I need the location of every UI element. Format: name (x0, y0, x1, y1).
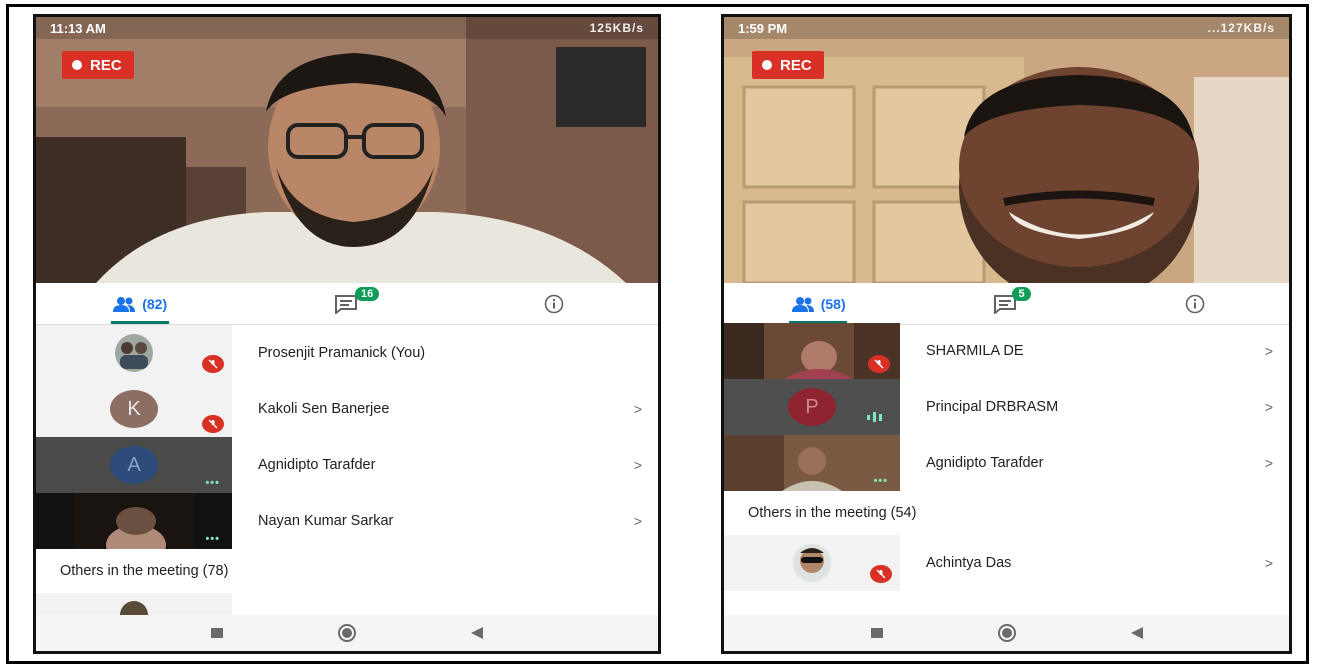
participant-name: Nayan Kumar Sarkar (258, 513, 394, 529)
avatar: P (788, 388, 836, 426)
participant-row[interactable]: ••• Agnidipto Tarafder > (724, 435, 1289, 491)
status-bar: 1:59 PM ...127KB/s (724, 17, 1289, 39)
nav-recents-icon (870, 628, 883, 638)
participant-thumbnail (724, 535, 900, 591)
chevron-right-icon: > (633, 513, 643, 529)
participant-thumbnail: P (724, 379, 900, 435)
chat-unread-badge: 5 (1012, 287, 1031, 301)
meeting-tabs: (82) 16 (36, 283, 658, 325)
nav-home-button[interactable] (282, 623, 412, 643)
others-section-heading: Others in the meeting (54) (748, 505, 917, 521)
chevron-right-icon: > (1264, 399, 1274, 415)
participant-row[interactable]: A ••• Agnidipto Tarafder > (36, 437, 658, 493)
android-nav-bar (724, 615, 1289, 651)
nav-back-icon (1130, 627, 1143, 639)
more-dots-icon: ••• (873, 475, 888, 487)
people-icon (791, 296, 814, 312)
mic-off-icon (202, 415, 224, 433)
participant-name: Kakoli Sen Banerjee (258, 401, 390, 417)
nav-home-icon (997, 624, 1016, 642)
chat-unread-badge: 16 (354, 287, 380, 301)
participant-name: SHARMILA DE (926, 343, 1024, 359)
speaking-indicator-icon (866, 410, 888, 429)
tab-info[interactable] (1101, 283, 1289, 324)
status-network-speed: ...127KB/s (1207, 21, 1275, 35)
chevron-right-icon: > (1264, 555, 1274, 571)
nav-recents-button[interactable] (152, 627, 282, 639)
tab-info[interactable] (451, 283, 658, 324)
status-time: 11:13 AM (50, 20, 106, 36)
info-icon (545, 294, 564, 313)
rec-label: REC (780, 56, 812, 74)
mic-off-icon (202, 355, 224, 373)
participant-row[interactable]: SHARMILA DE > (724, 323, 1289, 379)
mic-off-icon (868, 355, 890, 373)
tab-chat[interactable]: 5 (912, 283, 1100, 324)
tab-people[interactable]: (58) (724, 283, 912, 324)
status-network-speed: 125KB/s (589, 21, 644, 35)
status-bar: 11:13 AM 125KB/s (36, 17, 658, 39)
participant-list: Prosenjit Pramanick (You) K Kakoli Sen B… (36, 325, 658, 619)
tab-chat[interactable]: 16 (243, 283, 450, 324)
nav-recents-icon (211, 628, 223, 638)
nav-back-button[interactable] (412, 626, 542, 640)
recording-indicator: REC (752, 51, 824, 79)
rec-label: REC (90, 56, 122, 74)
participant-thumbnail: ••• (36, 493, 232, 549)
main-video-feed: 1:59 PM ...127KB/s REC (724, 17, 1289, 283)
record-dot-icon (72, 60, 82, 70)
chevron-right-icon: > (1264, 343, 1274, 359)
nav-back-icon (471, 627, 483, 639)
participant-list: SHARMILA DE > P Principal DRBRASM > ••• … (724, 323, 1289, 591)
people-count: (58) (820, 295, 846, 312)
phone-screen-left: 11:13 AM 125KB/s REC (82) 16 Prosenjit P… (33, 14, 661, 654)
participant-name: Agnidipto Tarafder (926, 455, 1044, 471)
tab-people[interactable]: (82) (36, 283, 243, 324)
participant-thumbnail: A ••• (36, 437, 232, 493)
status-time: 1:59 PM (738, 20, 788, 36)
avatar: K (110, 390, 158, 428)
chevron-right-icon: > (633, 457, 643, 473)
chevron-right-icon: > (1264, 455, 1274, 471)
participant-row[interactable]: Prosenjit Pramanick (You) (36, 325, 658, 381)
meeting-tabs: (58) 5 (724, 283, 1289, 325)
phone-screen-right: 1:59 PM ...127KB/s REC (58) 5 SHARMILA D… (721, 14, 1292, 654)
people-icon (113, 296, 136, 312)
nav-back-button[interactable] (1072, 626, 1202, 640)
participant-name: Agnidipto Tarafder (258, 457, 376, 473)
participant-row[interactable]: Achintya Das > (724, 535, 1289, 591)
participant-video-thumb (74, 493, 194, 549)
participant-row[interactable]: ••• Nayan Kumar Sarkar > (36, 493, 658, 549)
participant-row[interactable]: K Kakoli Sen Banerjee > (36, 381, 658, 437)
participant-thumbnail (724, 323, 900, 379)
others-section-heading: Others in the meeting (78) (60, 563, 229, 579)
avatar (793, 544, 831, 582)
more-dots-icon: ••• (205, 533, 220, 545)
participant-name: Principal DRBRASM (926, 399, 1059, 415)
info-icon (1185, 294, 1205, 313)
participant-thumbnail: ••• (724, 435, 900, 491)
participant-thumbnail (36, 325, 232, 381)
record-dot-icon (762, 60, 772, 70)
mic-off-icon (870, 565, 892, 583)
avatar (115, 334, 153, 372)
chevron-right-icon: > (633, 401, 643, 417)
participant-name: Achintya Das (926, 555, 1012, 571)
android-nav-bar (36, 615, 658, 651)
nav-recents-button[interactable] (812, 627, 942, 639)
participant-name: Prosenjit Pramanick (You) (258, 345, 426, 361)
nav-home-button[interactable] (942, 623, 1072, 643)
main-video-feed: 11:13 AM 125KB/s REC (36, 17, 658, 283)
people-count: (82) (142, 295, 168, 312)
more-dots-icon: ••• (205, 477, 220, 489)
recording-indicator: REC (62, 51, 134, 79)
avatar: A (110, 446, 158, 484)
participant-thumbnail: K (36, 381, 232, 437)
participant-row[interactable]: P Principal DRBRASM > (724, 379, 1289, 435)
nav-home-icon (338, 624, 356, 642)
